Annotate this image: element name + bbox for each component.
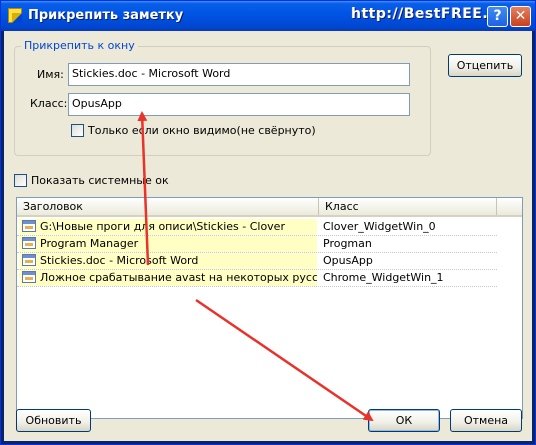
window-icon bbox=[22, 271, 36, 283]
row-class: Progman bbox=[323, 237, 372, 250]
row-title: G:\Новые проги для описи\Stickies - Clov… bbox=[40, 220, 285, 233]
table-row[interactable]: G:\Новые проги для описи\Stickies - Clov… bbox=[17, 219, 497, 236]
row-class: OpusApp bbox=[323, 254, 373, 267]
class-field[interactable]: OpusApp bbox=[68, 93, 410, 116]
table-row[interactable]: Stickies.doc - Microsoft Word OpusApp bbox=[17, 253, 497, 270]
title-bar[interactable]: Прикрепить заметку http://BestFREE.ru ? … bbox=[1, 1, 535, 31]
dialog-window: Прикрепить заметку http://BestFREE.ru ? … bbox=[0, 0, 536, 445]
window-title: Прикрепить заметку bbox=[28, 8, 184, 23]
row-class: Clover_WidgetWin_0 bbox=[323, 220, 436, 233]
cancel-button[interactable]: Отмена bbox=[450, 409, 522, 432]
windows-list[interactable]: Заголовок Класс G:\Новые проги для описи… bbox=[16, 197, 523, 419]
refresh-button[interactable]: Обновить bbox=[16, 409, 91, 432]
help-button[interactable]: ? bbox=[487, 6, 508, 27]
table-row[interactable]: Ложное срабатывание avast на некоторых р… bbox=[17, 270, 497, 287]
row-title-cell: Stickies.doc - Microsoft Word bbox=[19, 253, 317, 269]
visible-only-label: Только если окно видимо(не свёрнуто) bbox=[88, 124, 316, 137]
name-field[interactable]: Stickies.doc - Microsoft Word bbox=[68, 63, 410, 86]
show-system-label: Показать системные ок bbox=[31, 174, 169, 187]
window-icon bbox=[22, 237, 36, 249]
window-icon bbox=[22, 220, 36, 232]
row-class: Chrome_WidgetWin_1 bbox=[323, 271, 444, 284]
window-icon bbox=[22, 254, 36, 266]
column-header-title[interactable]: Заголовок bbox=[17, 198, 319, 215]
detach-button[interactable]: Отцепить bbox=[448, 54, 522, 77]
column-header-class[interactable]: Класс bbox=[319, 198, 497, 215]
sticky-note-icon bbox=[8, 8, 22, 23]
list-header: Заголовок Класс bbox=[17, 198, 522, 217]
row-title-cell: Program Manager bbox=[19, 236, 317, 252]
class-label: Класс: bbox=[30, 97, 68, 110]
row-title: Stickies.doc - Microsoft Word bbox=[40, 254, 199, 267]
row-divider bbox=[17, 286, 497, 287]
table-row[interactable]: Program Manager Progman bbox=[17, 236, 497, 253]
name-label: Имя: bbox=[37, 68, 64, 81]
dialog-body: Прикрепить к окну Имя: Stickies.doc - Mi… bbox=[4, 31, 532, 441]
row-title-cell: G:\Новые проги для описи\Stickies - Clov… bbox=[19, 219, 317, 235]
row-title: Program Manager bbox=[40, 237, 139, 250]
visible-only-checkbox[interactable] bbox=[71, 124, 84, 137]
row-title: Ложное срабатывание avast на некоторых р… bbox=[40, 271, 317, 284]
show-system-checkbox[interactable] bbox=[14, 174, 27, 187]
group-legend: Прикрепить к окну bbox=[21, 39, 138, 52]
ok-button[interactable]: ОК bbox=[368, 409, 440, 432]
row-title-cell: Ложное срабатывание avast на некоторых р… bbox=[19, 270, 317, 286]
close-button[interactable]: ✕ bbox=[510, 6, 531, 27]
site-watermark: http://BestFREE.ru bbox=[351, 6, 507, 22]
